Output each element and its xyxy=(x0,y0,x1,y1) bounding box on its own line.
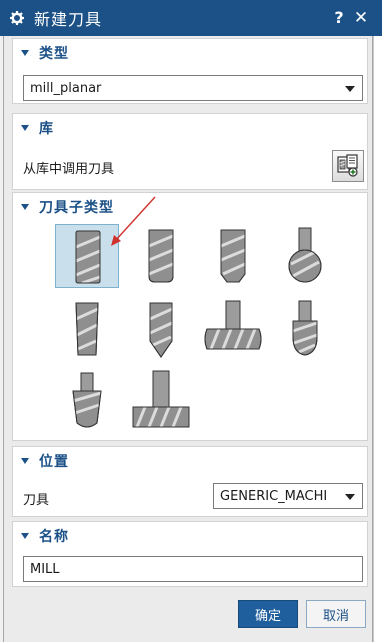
taper-mill-icon xyxy=(75,302,99,356)
lollipop-mill-tool[interactable] xyxy=(273,297,337,361)
barrel-mill-tool[interactable] xyxy=(201,297,265,361)
ball-mill-icon xyxy=(288,227,322,283)
collapse-caret-icon xyxy=(21,50,29,56)
library-section-header[interactable]: 库 xyxy=(13,114,367,142)
name-section-title: 名称 xyxy=(39,529,69,545)
help-button[interactable]: ? xyxy=(330,8,348,27)
dovetail-mill-icon xyxy=(72,372,102,428)
library-browse-button[interactable] xyxy=(332,150,364,182)
location-section: 位置 刀具 GENERIC_MACHI xyxy=(12,446,368,517)
library-section-title: 库 xyxy=(39,121,54,137)
location-section-title: 位置 xyxy=(39,454,69,470)
lollipop-mill-icon xyxy=(292,300,318,356)
tool-location-value: GENERIC_MACHI xyxy=(220,488,328,504)
tool-location-label: 刀具 xyxy=(23,493,50,508)
taper-mill-tool[interactable] xyxy=(55,297,119,361)
collapse-caret-icon xyxy=(21,125,29,131)
collapse-caret-icon xyxy=(21,533,29,539)
background-window-edge xyxy=(373,36,382,642)
cancel-button[interactable]: 取消 xyxy=(306,600,366,628)
window-title: 新建刀具 xyxy=(34,10,103,29)
name-section: 名称 MILL xyxy=(12,521,368,587)
tool-name-value: MILL xyxy=(30,561,60,577)
chamfer-end-mill-tool[interactable] xyxy=(201,224,265,288)
type-dropdown-value: mill_planar xyxy=(30,80,102,96)
type-section: 类型 mill_planar xyxy=(12,38,368,104)
tool-subtype-section: 刀具子类型 xyxy=(12,192,368,441)
pointed-taper-mill-tool[interactable] xyxy=(129,297,193,361)
gear-icon xyxy=(10,11,24,25)
type-section-header[interactable]: 类型 xyxy=(13,39,367,67)
close-button[interactable]: ✕ xyxy=(352,8,370,28)
new-tool-dialog: 类型 mill_planar 库 从库中调用刀具 刀具子类型 位置 刀具 GEN… xyxy=(3,36,373,642)
t-slot-cutter-icon xyxy=(132,370,190,428)
ball-mill-tool[interactable] xyxy=(273,224,337,288)
library-icon xyxy=(337,154,358,177)
name-section-header[interactable]: 名称 xyxy=(13,522,367,550)
type-dropdown[interactable]: mill_planar xyxy=(23,75,363,101)
barrel-mill-icon xyxy=(204,300,262,350)
tool-subtype-section-header[interactable]: 刀具子类型 xyxy=(13,193,367,221)
pointed-taper-mill-icon xyxy=(149,302,173,358)
library-section: 库 从库中调用刀具 xyxy=(12,113,368,190)
tool-location-dropdown[interactable]: GENERIC_MACHI xyxy=(213,483,363,509)
type-section-title: 类型 xyxy=(39,46,69,62)
dovetail-mill-tool[interactable] xyxy=(55,369,119,433)
ok-button[interactable]: 确定 xyxy=(238,600,298,628)
dropdown-arrow-icon xyxy=(345,86,355,92)
collapse-caret-icon xyxy=(21,204,29,210)
title-bar: 新建刀具 ? ✕ xyxy=(0,0,382,36)
collapse-caret-icon xyxy=(21,458,29,464)
chamfer-end-mill-icon xyxy=(220,229,246,283)
t-slot-cutter-tool[interactable] xyxy=(129,369,193,433)
call-from-library-label: 从库中调用刀具 xyxy=(23,162,115,177)
tool-name-input[interactable]: MILL xyxy=(23,556,363,582)
location-section-header[interactable]: 位置 xyxy=(13,447,367,475)
annotation-arrow-icon xyxy=(111,196,156,246)
dropdown-arrow-icon xyxy=(345,494,355,500)
